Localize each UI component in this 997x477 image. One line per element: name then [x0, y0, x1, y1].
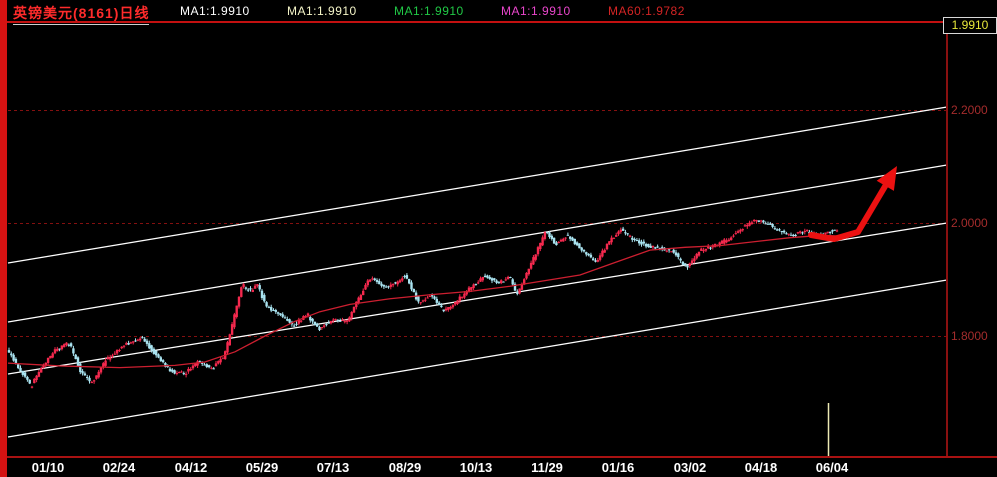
last-price-value: 1.9910 — [951, 18, 989, 32]
date-axis-label: 10/13 — [459, 460, 493, 475]
date-axis-label: 02/24 — [102, 460, 136, 475]
ma-label: MA1:1.9910 — [287, 4, 357, 18]
date-axis-label: 07/13 — [316, 460, 350, 475]
date-axis-label: 01/10 — [31, 460, 65, 475]
date-axis-label: 06/04 — [815, 460, 849, 475]
price-axis-line — [946, 22, 948, 457]
ma-label: MA1:1.9910 — [394, 4, 464, 18]
date-axis-label: 01/16 — [601, 460, 635, 475]
ma-label: MA1:1.9910 — [501, 4, 571, 18]
date-axis-label: 05/29 — [245, 460, 279, 475]
date-axis-label: 03/02 — [673, 460, 707, 475]
ma-label: MA1:1.9910 — [180, 4, 250, 18]
last-price-box: 1.9910 — [943, 17, 997, 34]
date-axis-label: 04/18 — [744, 460, 778, 475]
price-axis-label: 2.2000 — [951, 103, 988, 117]
date-axis-label: 04/12 — [174, 460, 208, 475]
ma-label: MA60:1.9782 — [608, 4, 685, 18]
left-red-bar — [0, 0, 7, 477]
chart-window: 英镑美元(8161)日线 MA1:1.9910 MA1:1.9910 MA1:1.9… — [0, 0, 997, 477]
candlestick-chart[interactable] — [0, 0, 997, 477]
price-axis-label: 1.8000 — [951, 329, 988, 343]
price-axis-label: 2.0000 — [951, 216, 988, 230]
instrument-title: 英镑美元(8161)日线 — [13, 3, 150, 25]
date-axis-label: 11/29 — [531, 460, 563, 475]
bottom-axis-line — [0, 456, 997, 458]
date-axis-label: 08/29 — [388, 460, 422, 475]
